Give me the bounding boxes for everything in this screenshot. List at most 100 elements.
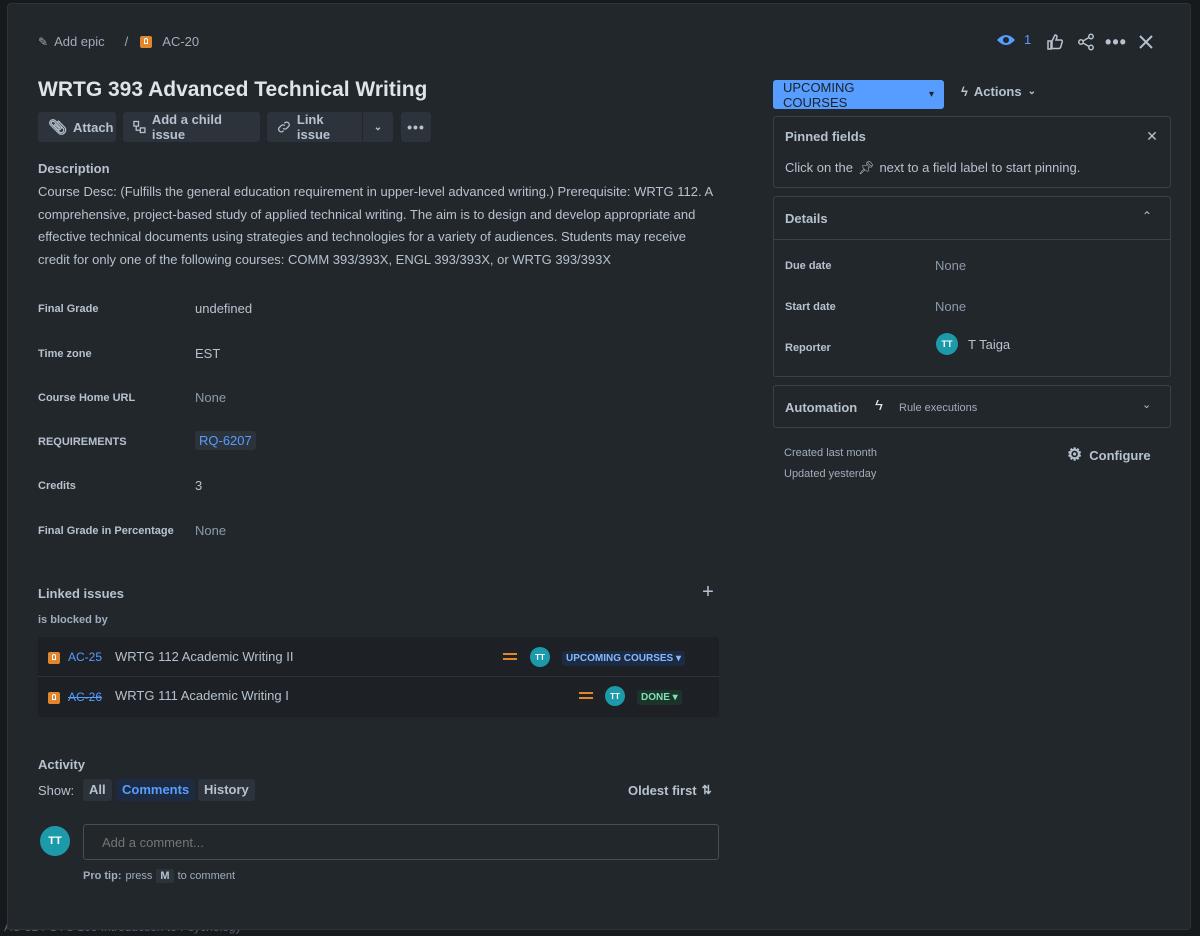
link-issue-dropdown[interactable]: ⌄ [363, 112, 393, 142]
details-panel: Details ⌃ Due date None Start date None … [773, 196, 1171, 377]
chevron-down-icon: ⌄ [1027, 86, 1036, 97]
field-value-time-zone[interactable]: EST [195, 346, 220, 361]
details-value-start-date[interactable]: None [935, 299, 966, 314]
details-label-start-date: Start date [785, 301, 836, 313]
linked-issue-row[interactable]: AC-25 WRTG 112 Academic Writing II TT UP… [38, 637, 719, 677]
keyboard-key-m: M [156, 869, 174, 883]
avatar: TT [936, 333, 958, 355]
status-lozenge[interactable]: DONE ▾ [637, 690, 682, 705]
chevron-up-icon: ⌃ [1142, 209, 1153, 223]
comment-input[interactable] [83, 824, 719, 860]
linked-issue-row[interactable]: AC-26 WRTG 111 Academic Writing I TT DON… [38, 677, 719, 717]
link-issue-button[interactable]: Link issue [267, 112, 362, 142]
linked-issue-key[interactable]: AC-25 [68, 650, 102, 664]
field-label-final-grade-percentage: Final Grade in Percentage [38, 525, 174, 537]
field-value-course-home-url[interactable]: None [195, 390, 226, 405]
attach-button[interactable]: 📎︎ Attach [38, 112, 116, 142]
eye-icon [997, 34, 1015, 45]
breadcrumb-separator: / [124, 34, 129, 49]
automation-title: Automation [785, 400, 858, 415]
lightning-icon: ϟ [961, 84, 968, 99]
chevron-down-icon: ▾ [928, 89, 934, 100]
pin-icon: 📌︎ [857, 160, 875, 175]
link-relation-label: is blocked by [38, 614, 108, 626]
watch-count: 1 [1024, 32, 1032, 47]
reporter-name: T Taiga [968, 336, 1011, 352]
avatar: TT [605, 686, 625, 706]
linked-issue-summary[interactable]: WRTG 112 Academic Writing II [115, 649, 293, 664]
linked-issue-key[interactable]: AC-26 [68, 690, 102, 704]
filter-history[interactable]: History [198, 779, 255, 801]
chevron-down-icon: ⌄ [373, 121, 383, 133]
field-value-final-grade[interactable]: undefined [195, 301, 252, 316]
add-linked-issue-icon[interactable]: + [700, 581, 716, 603]
details-label-reporter: Reporter [785, 342, 831, 354]
show-label: Show: [38, 783, 75, 798]
automation-panel[interactable]: Automation ϟ Rule executions ⌄ [773, 385, 1171, 428]
actions-label: Actions [973, 84, 1022, 99]
issue-title[interactable]: WRTG 393 Advanced Technical Writing [38, 78, 427, 102]
priority-medium-icon [503, 653, 517, 660]
issue-modal: ✎ Add epic / AC-20 1 ••• WRTG 393 Advanc… [8, 4, 1190, 929]
activity-heading: Activity [38, 757, 85, 772]
filter-comments[interactable]: Comments [116, 779, 196, 801]
field-label-time-zone: Time zone [38, 348, 92, 360]
status-lozenge[interactable]: UPCOMING COURSES ▾ [562, 651, 686, 666]
filter-all[interactable]: All [83, 779, 112, 801]
add-child-label: Add a child issue [151, 112, 222, 142]
configure-button[interactable]: ⚙ Configure [1067, 445, 1151, 465]
field-label-final-grade: Final Grade [38, 303, 99, 315]
hierarchy-icon [133, 120, 146, 134]
link-issue-label: Link issue [296, 112, 331, 142]
paperclip-icon: 📎︎ [48, 119, 68, 136]
actions-button[interactable]: ϟ Actions ⌄ [961, 84, 1036, 99]
linked-issues-list: AC-25 WRTG 112 Academic Writing II TT UP… [38, 637, 719, 717]
pinned-fields-hint: Click on the 📌︎ next to a field label to… [785, 160, 1080, 176]
watch-button[interactable]: 1 [996, 32, 1031, 47]
created-timestamp: Created last month [784, 447, 877, 459]
field-value-credits[interactable]: 3 [195, 478, 202, 493]
details-header[interactable]: Details ⌃ [774, 197, 1170, 240]
description-heading: Description [38, 161, 110, 176]
status-button-label: UPCOMING COURSES [783, 79, 855, 110]
thumbs-up-icon[interactable] [1045, 32, 1065, 52]
pinned-fields-title: Pinned fields [785, 129, 866, 144]
close-icon[interactable] [1136, 32, 1156, 52]
field-label-requirements: REQUIREMENTS [38, 436, 127, 448]
breadcrumb: ✎ Add epic / AC-20 [38, 34, 199, 49]
link-icon [278, 121, 290, 133]
details-label-due-date: Due date [785, 260, 832, 272]
field-value-final-grade-percentage[interactable]: None [195, 523, 226, 538]
description-text[interactable]: Course Desc: (Fulfills the general educa… [38, 181, 718, 271]
add-child-issue-button[interactable]: Add a child issue [123, 112, 260, 142]
status-label: UPCOMING COURSES [566, 653, 674, 664]
avatar: TT [530, 647, 550, 667]
reporter-field[interactable]: TT T Taiga [936, 333, 1010, 355]
pro-tip: Pro tip: press M to comment [83, 869, 235, 883]
status-label: DONE [641, 692, 670, 703]
status-button[interactable]: UPCOMING COURSES ▾ [773, 79, 944, 110]
details-value-due-date[interactable]: None [935, 258, 966, 273]
more-actions-button[interactable]: ••• [401, 112, 431, 142]
share-icon[interactable] [1076, 32, 1096, 52]
more-icon[interactable]: ••• [1105, 32, 1126, 52]
linked-issue-summary[interactable]: WRTG 111 Academic Writing I [115, 688, 289, 703]
add-epic-link[interactable]: Add epic [54, 34, 105, 49]
pinned-hint-before: Click on the [785, 160, 853, 175]
issue-key-link[interactable]: AC-20 [162, 34, 199, 49]
requirements-link[interactable]: RQ-6207 [195, 431, 256, 450]
issue-type-icon [140, 35, 153, 48]
pro-tip-rest: to comment [177, 870, 236, 882]
linked-issues-heading: Linked issues [38, 586, 124, 601]
sort-order-button[interactable]: Oldest first ⇅ [628, 783, 712, 798]
field-label-course-home-url: Course Home URL [38, 392, 136, 404]
current-user-avatar: TT [40, 826, 70, 856]
pro-tip-label: Pro tip: [83, 870, 122, 882]
sort-label: Oldest first [628, 783, 697, 798]
pro-tip-press: press [125, 870, 153, 882]
details-title: Details [785, 211, 828, 226]
sort-icon: ⇅ [701, 783, 712, 797]
pencil-icon: ✎ [38, 34, 49, 49]
rule-executions-label: Rule executions [899, 402, 978, 414]
close-icon[interactable]: ✕ [1144, 128, 1160, 144]
